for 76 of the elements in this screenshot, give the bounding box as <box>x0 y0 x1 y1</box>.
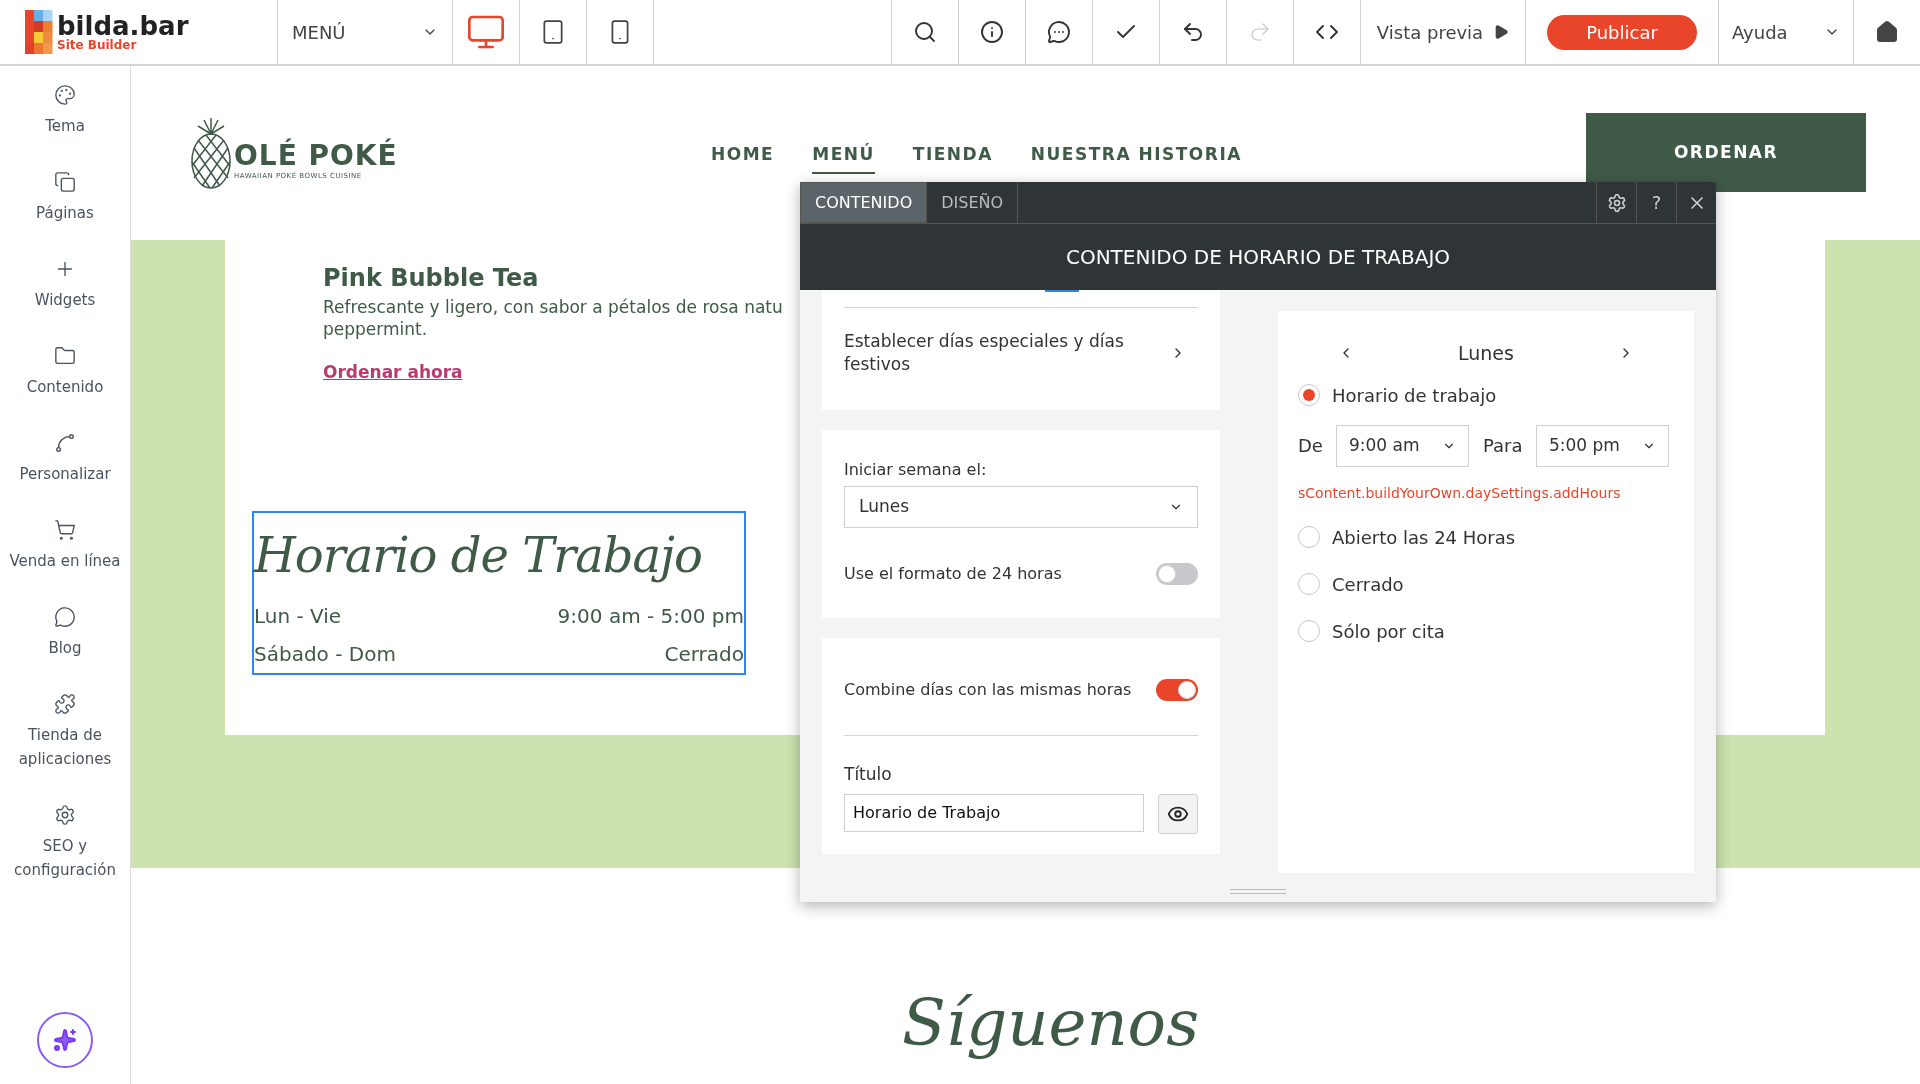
hours-widget[interactable]: Horario de Trabajo Lun - Vie 9:00 am - 5:00 pm Sábado - Dom Cerrado <box>252 510 746 675</box>
dialog-tab[interactable]: DISEÑO <box>927 182 1019 223</box>
order-now-link[interactable]: Ordenar ahora <box>323 360 463 386</box>
radio-label: Sólo por cita <box>1332 619 1445 644</box>
pineapple-logo-icon <box>190 118 232 190</box>
brand-name: bilda.bar <box>57 13 189 39</box>
site-nav-link[interactable]: HOME <box>711 142 775 174</box>
tablet-icon <box>540 19 566 45</box>
toggle-switch[interactable] <box>1156 679 1198 701</box>
order-button[interactable]: ORDENAR <box>1586 113 1866 192</box>
item-title: Pink Bubble Tea <box>323 263 540 294</box>
toggle-switch[interactable] <box>1156 563 1198 585</box>
toggle-label: Combine días con las mismas horas <box>844 679 1132 701</box>
follow-title: Síguenos <box>902 985 1199 1062</box>
sparkles-icon <box>53 1028 77 1052</box>
item-description: Refrescante y ligero, con sabor a pétalos de rosa natu <box>323 296 783 318</box>
hours-days: Sábado - Dom <box>254 634 396 673</box>
puzzle-icon <box>54 693 76 715</box>
hours-time: Cerrado <box>664 640 744 668</box>
sidebar-item[interactable]: Personalizar <box>0 430 131 517</box>
radio-button[interactable] <box>1298 526 1320 548</box>
help-button[interactable]: ? <box>1636 182 1676 223</box>
to-time-select[interactable]: 5:00 pm <box>1536 424 1669 467</box>
settings-icon <box>1606 192 1627 213</box>
sidebar-item[interactable]: Widgets <box>0 256 131 343</box>
ai-assistant-button[interactable] <box>37 1012 93 1068</box>
radio-button[interactable] <box>1298 573 1320 595</box>
radio-label: Cerrado <box>1332 572 1404 597</box>
dialog-tab[interactable]: CONTENIDO <box>800 182 928 223</box>
play-icon <box>1493 24 1510 40</box>
radio-label: Abierto las 24 Horas <box>1332 525 1516 550</box>
sidebar-item[interactable]: Tema <box>0 82 131 169</box>
brand-tagline: Site Builder <box>57 39 138 51</box>
folder-icon <box>54 345 76 367</box>
field-label: Iniciar semana el: <box>844 459 988 481</box>
dialog-title: CONTENIDO DE HORARIO DE TRABAJO <box>1065 244 1451 271</box>
publish-button[interactable]: Publicar <box>1547 14 1697 50</box>
sidebar-item[interactable]: Tienda de aplicaciones <box>0 691 131 802</box>
special-days-button[interactable]: Establecer días especiales y días festivos <box>844 330 1198 376</box>
logo-icon <box>25 10 53 54</box>
site-nav-link[interactable]: NUESTRA HISTORIA <box>1030 142 1242 174</box>
day-name: Lunes <box>1458 341 1514 366</box>
toggle-label: Use el formato de 24 horas <box>844 563 1062 585</box>
item-description: peppermint. <box>323 318 428 340</box>
resize-handle[interactable] <box>1230 889 1286 894</box>
from-time-select[interactable]: 9:00 am <box>1336 424 1469 467</box>
home-icon <box>1875 20 1899 44</box>
sidebar-item[interactable]: Venda en línea <box>0 517 131 604</box>
visibility-button[interactable] <box>1158 793 1198 834</box>
from-label: De <box>1298 434 1324 458</box>
sidebar-item[interactable]: Contenido <box>0 343 131 430</box>
curve-icon <box>54 432 76 454</box>
sidebar-item[interactable]: Blog <box>0 604 131 691</box>
sidebar-item[interactable]: Páginas <box>0 169 131 256</box>
to-label: Para <box>1483 434 1524 458</box>
site-nav-link[interactable]: MENÚ <box>812 142 875 174</box>
sidebar-item[interactable]: SEO y configuración <box>0 802 131 913</box>
help-dropdown[interactable]: Ayuda <box>1718 0 1853 64</box>
palette-icon <box>54 84 76 106</box>
chat-icon <box>54 606 76 628</box>
page-dropdown[interactable]: MENÚ <box>278 0 453 64</box>
field-label: Título <box>844 763 893 786</box>
pages-icon <box>54 171 76 193</box>
title-input[interactable]: Horario de Trabajo <box>844 793 1145 832</box>
preview-button[interactable]: Vista previa <box>1360 0 1525 64</box>
settings-icon <box>54 804 76 826</box>
hours-days: Lun - Vie <box>254 596 342 635</box>
hours-title: Horario de Trabajo <box>254 525 702 585</box>
error-message: sContent.buildYourOwn.daySettings.addHours <box>1298 483 1622 503</box>
hours-time: 9:00 am - 5:00 pm <box>557 602 744 630</box>
site-nav-link[interactable]: TIENDA <box>912 142 993 174</box>
cart-icon <box>54 519 76 541</box>
week-start-select[interactable]: Lunes <box>844 486 1198 528</box>
radio-button[interactable] <box>1298 384 1320 406</box>
radio-label: Horario de trabajo <box>1332 383 1497 408</box>
radio-button[interactable] <box>1298 620 1320 642</box>
